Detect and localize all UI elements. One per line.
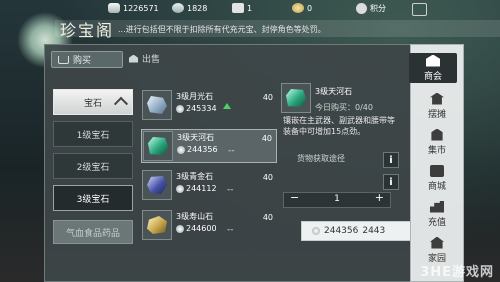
- exit-button[interactable]: [412, 3, 427, 16]
- score-icon: [356, 3, 367, 14]
- category-food-medicine[interactable]: 气血食品药品: [53, 220, 133, 244]
- increase-button[interactable]: +: [375, 191, 384, 204]
- mall-icon: [430, 164, 444, 177]
- currency-gem: 1828: [172, 3, 207, 13]
- chevron-up-icon: [113, 96, 129, 111]
- watermark: 3HE游戏网: [420, 265, 494, 280]
- buy-button[interactable]: 244356 2443: [301, 221, 411, 241]
- item-slot: [142, 210, 172, 240]
- item-price: 244112: [176, 184, 217, 193]
- list-item[interactable]: 3级月光石 245334 40: [141, 89, 277, 123]
- nav-guild-shop[interactable]: 商会: [409, 53, 457, 83]
- category-gem-level3[interactable]: 3级宝石: [53, 185, 133, 211]
- gem-currency-icon: [172, 3, 184, 13]
- quantity-stepper: − 1 +: [283, 191, 391, 208]
- coin-icon: [176, 104, 184, 113]
- page-title: 珍宝阁: [60, 21, 115, 40]
- nav-mall[interactable]: 商城: [411, 161, 463, 195]
- nav-stall[interactable]: 摆摊: [411, 89, 463, 123]
- guild-shop-icon: [426, 54, 440, 67]
- price-up-icon: [223, 103, 231, 109]
- category-gem-level1[interactable]: 1级宝石: [53, 121, 133, 147]
- gold-coin-icon: [292, 3, 304, 13]
- silver-icon: [108, 3, 120, 13]
- nav-market[interactable]: 集市: [411, 125, 463, 159]
- shoushan-stone-icon: [147, 216, 167, 234]
- lapis-icon: [147, 176, 167, 194]
- category-gems[interactable]: 宝石: [53, 89, 133, 115]
- list-item[interactable]: 3级青金石 244112 -- 40: [141, 169, 277, 203]
- amazonite-icon: [286, 89, 306, 107]
- market-icon: [431, 128, 443, 141]
- tab-buy[interactable]: 购买: [51, 51, 123, 68]
- list-item[interactable]: 3级寿山石 244600 -- 40: [141, 209, 277, 243]
- item-price: 244600: [176, 224, 217, 233]
- item-slot: [142, 170, 172, 200]
- coin-icon: [176, 224, 184, 233]
- item-slot: [143, 131, 173, 161]
- home-icon: [430, 236, 444, 249]
- recharge-icon: [430, 200, 444, 213]
- tab-sell[interactable]: 出售: [123, 51, 166, 66]
- item-price: 244356: [177, 145, 218, 154]
- coin-icon: [177, 145, 185, 154]
- info-icon[interactable]: i: [383, 174, 399, 190]
- info-icon[interactable]: i: [383, 152, 399, 168]
- score-button[interactable]: 积分: [356, 3, 386, 14]
- coin-icon: [312, 227, 320, 235]
- stall-icon: [430, 92, 444, 105]
- currency-gold: 0: [292, 3, 312, 13]
- item-slot: [142, 90, 172, 120]
- notice-ticker: ...进行包括但不限于扣除所有代充元宝、封停角色等处罚。: [118, 25, 326, 34]
- category-gem-level2[interactable]: 2级宝石: [53, 153, 133, 179]
- amazonite-icon: [148, 137, 168, 155]
- sell-icon: [129, 54, 138, 63]
- decrease-button[interactable]: −: [290, 191, 299, 204]
- coin-icon: [176, 184, 184, 193]
- ticket-icon: [232, 3, 244, 13]
- currency-silver: 1226571: [108, 3, 159, 13]
- side-nav: 商会 摆摊 集市 商城 充值 家园: [409, 44, 464, 282]
- currency-ticket: 1: [232, 3, 252, 13]
- cart-icon: [58, 55, 69, 64]
- item-price: 245334: [176, 104, 217, 113]
- detail-slot: [281, 83, 311, 113]
- list-item[interactable]: 3级天河石 244356 -- 40: [141, 129, 277, 163]
- nav-recharge[interactable]: 充值: [411, 197, 463, 231]
- shop-panel: 购买 出售 宝石 1级宝石 2级宝石 3级宝石 气血食品药品 3级月光石 245…: [44, 44, 412, 282]
- exit-icon: [412, 3, 427, 16]
- moonstone-icon: [147, 96, 167, 114]
